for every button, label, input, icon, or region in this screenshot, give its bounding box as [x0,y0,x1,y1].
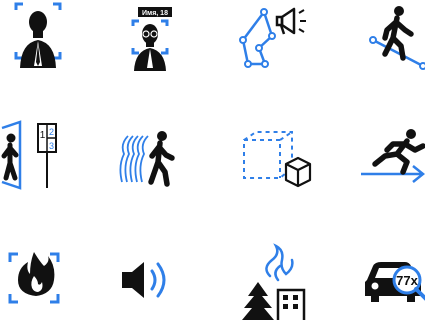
counter-digit-1: 1 [40,130,46,141]
counter-digit-3: 3 [49,141,54,151]
face-recognition-name-tag-icon: Имя, 18 [110,0,190,76]
license-plate-text: 77x [396,273,418,288]
license-plate-recognition-icon: 77x [355,240,425,320]
counter-digit-2: 2 [49,127,54,137]
face-detection-icon [0,0,78,76]
people-counting-door-icon: 1 2 3 [0,118,78,198]
motion-detection-walker-icon [110,118,190,198]
area-announcement-megaphone-icon [228,0,308,76]
icon-grid: Имя, 18 1 2 3 77x [0,0,425,320]
fire-detection-icon [0,240,78,320]
object-left-behind-icon [228,118,312,198]
line-crossing-walker-icon [355,0,425,76]
name-tag-text: Имя, 18 [142,10,168,17]
running-detection-icon [355,118,425,198]
smoke-detection-forest-icon [228,240,308,320]
audio-detection-speaker-icon [110,240,190,320]
